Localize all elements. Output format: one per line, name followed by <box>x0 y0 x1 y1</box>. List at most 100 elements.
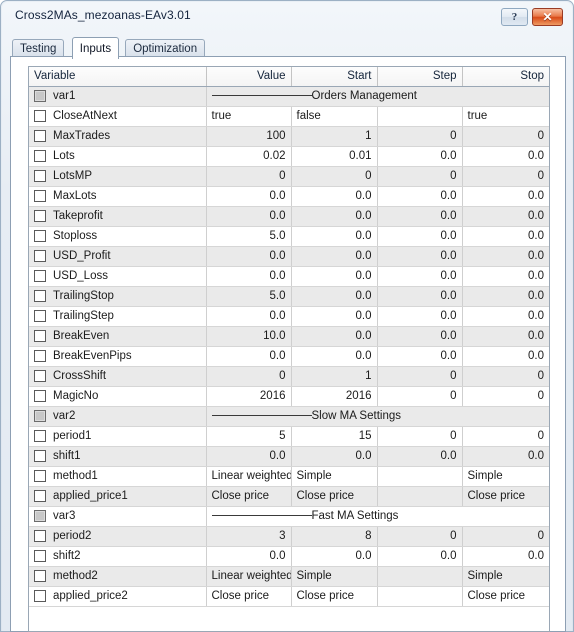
cell-step[interactable]: 0 <box>377 166 463 187</box>
checkbox-icon[interactable] <box>34 550 46 562</box>
checkbox-icon[interactable] <box>34 590 46 602</box>
cell-start[interactable]: Simple <box>291 566 378 587</box>
table-row[interactable]: TrailingStep 0.0 0.0 0.0 0.0 <box>29 306 549 327</box>
table-row[interactable]: method1 Linear weighted Simple Simple <box>29 466 549 487</box>
cell-stop[interactable]: true <box>462 106 549 127</box>
cell-start[interactable]: 15 <box>291 426 378 447</box>
cell-stop[interactable]: 0.0 <box>462 346 549 367</box>
cell-step[interactable] <box>377 586 463 607</box>
table-row[interactable]: period2 3 8 0 0 <box>29 526 549 547</box>
cell-stop[interactable]: 0.0 <box>462 186 549 207</box>
cell-variable[interactable]: LotsMP <box>29 166 207 187</box>
cell-step[interactable]: 0 <box>377 126 463 147</box>
cell-step[interactable]: 0.0 <box>377 306 463 327</box>
table-row[interactable]: Stoploss 5.0 0.0 0.0 0.0 <box>29 226 549 247</box>
cell-value[interactable]: Close price <box>206 486 292 507</box>
column-header-variable[interactable]: Variable <box>29 67 207 87</box>
cell-variable[interactable]: applied_price1 <box>29 486 207 507</box>
cell-start[interactable]: 0.0 <box>291 446 378 467</box>
cell-value[interactable]: 0.0 <box>206 206 292 227</box>
cell-stop[interactable]: 0.0 <box>462 146 549 167</box>
cell-value[interactable]: 0.0 <box>206 186 292 207</box>
table-row[interactable]: TrailingStop 5.0 0.0 0.0 0.0 <box>29 286 549 307</box>
cell-variable[interactable]: TrailingStop <box>29 286 207 307</box>
table-row[interactable]: period1 5 15 0 0 <box>29 426 549 447</box>
cell-variable[interactable]: BreakEvenPips <box>29 346 207 367</box>
checkbox-icon[interactable] <box>34 370 46 382</box>
cell-start[interactable]: 0.0 <box>291 226 378 247</box>
cell-start[interactable]: 0.01 <box>291 146 378 167</box>
cell-stop[interactable]: 0.0 <box>462 246 549 267</box>
cell-step[interactable]: 0.0 <box>377 226 463 247</box>
cell-stop[interactable]: Close price <box>462 586 549 607</box>
checkbox-icon[interactable] <box>34 390 46 402</box>
checkbox-icon[interactable] <box>34 350 46 362</box>
cell-variable[interactable]: CrossShift <box>29 366 207 387</box>
cell-variable[interactable]: period1 <box>29 426 207 447</box>
cell-start[interactable]: 0.0 <box>291 546 378 567</box>
cell-value[interactable]: 5.0 <box>206 286 292 307</box>
checkbox-icon[interactable] <box>34 230 46 242</box>
cell-value[interactable]: 0.0 <box>206 306 292 327</box>
cell-variable[interactable]: method2 <box>29 566 207 587</box>
cell-variable[interactable]: var1 <box>29 86 207 107</box>
cell-variable[interactable]: TrailingStep <box>29 306 207 327</box>
cell-start[interactable]: 2016 <box>291 386 378 407</box>
cell-stop[interactable]: 0.0 <box>462 306 549 327</box>
cell-start[interactable]: 0 <box>291 166 378 187</box>
table-row[interactable]: MaxTrades 100 1 0 0 <box>29 126 549 147</box>
cell-variable[interactable]: MaxTrades <box>29 126 207 147</box>
cell-variable[interactable]: CloseAtNext <box>29 106 207 127</box>
cell-step[interactable]: 0 <box>377 366 463 387</box>
checkbox-icon[interactable] <box>34 250 46 262</box>
cell-stop[interactable]: 0 <box>462 366 549 387</box>
checkbox-icon[interactable] <box>34 110 46 122</box>
cell-step[interactable]: 0 <box>377 426 463 447</box>
table-row[interactable]: MaxLots 0.0 0.0 0.0 0.0 <box>29 186 549 207</box>
cell-stop[interactable]: 0.0 <box>462 326 549 347</box>
cell-start[interactable]: 0.0 <box>291 286 378 307</box>
cell-stop[interactable]: 0.0 <box>462 226 549 247</box>
cell-variable[interactable]: shift1 <box>29 446 207 467</box>
table-row[interactable]: CloseAtNext true false true <box>29 106 549 127</box>
cell-step[interactable]: 0.0 <box>377 146 463 167</box>
cell-step[interactable]: 0.0 <box>377 326 463 347</box>
cell-value[interactable]: Linear weighted <box>206 466 292 487</box>
cell-start[interactable]: 0.0 <box>291 306 378 327</box>
checkbox-icon[interactable] <box>34 490 46 502</box>
table-row[interactable]: method2 Linear weighted Simple Simple <box>29 566 549 587</box>
table-row[interactable]: applied_price2 Close price Close price Clos… <box>29 586 549 607</box>
cell-stop[interactable]: 0 <box>462 386 549 407</box>
cell-step[interactable] <box>377 486 463 507</box>
cell-start[interactable]: 0.0 <box>291 246 378 267</box>
title-bar[interactable]: Cross2MAs_mezoanas-EAv3.01 ? ✕ <box>2 2 572 31</box>
checkbox-icon[interactable] <box>34 190 46 202</box>
cell-variable[interactable]: MaxLots <box>29 186 207 207</box>
table-row[interactable]: applied_price1 Close price Close price Clos… <box>29 486 549 507</box>
cell-value[interactable]: 0.0 <box>206 346 292 367</box>
cell-stop[interactable]: 0 <box>462 426 549 447</box>
cell-variable[interactable]: BreakEven <box>29 326 207 347</box>
cell-stop[interactable]: 0.0 <box>462 546 549 567</box>
table-row[interactable]: CrossShift 0 1 0 0 <box>29 366 549 387</box>
cell-start[interactable]: 1 <box>291 126 378 147</box>
cell-variable[interactable]: USD_Loss <box>29 266 207 287</box>
checkbox-icon[interactable] <box>34 570 46 582</box>
cell-step[interactable]: 0.0 <box>377 266 463 287</box>
checkbox-icon[interactable] <box>34 310 46 322</box>
table-row[interactable]: shift2 0.0 0.0 0.0 0.0 <box>29 546 549 567</box>
table-row[interactable]: BreakEven 10.0 0.0 0.0 0.0 <box>29 326 549 347</box>
cell-start[interactable]: 8 <box>291 526 378 547</box>
table-row[interactable]: Takeprofit 0.0 0.0 0.0 0.0 <box>29 206 549 227</box>
column-header-stop[interactable]: Stop <box>462 67 549 87</box>
column-header-step[interactable]: Step <box>377 67 463 87</box>
cell-variable[interactable]: method1 <box>29 466 207 487</box>
table-row[interactable]: shift1 0.0 0.0 0.0 0.0 <box>29 446 549 467</box>
table-separator-row[interactable]: var1 Orders Management <box>29 86 549 107</box>
checkbox-icon[interactable] <box>34 210 46 222</box>
cell-value[interactable]: 0.02 <box>206 146 292 167</box>
cell-step[interactable]: 0 <box>377 386 463 407</box>
table-separator-row[interactable]: var3 Fast MA Settings <box>29 506 549 527</box>
table-row[interactable]: BreakEvenPips 0.0 0.0 0.0 0.0 <box>29 346 549 367</box>
cell-stop[interactable]: Close price <box>462 486 549 507</box>
